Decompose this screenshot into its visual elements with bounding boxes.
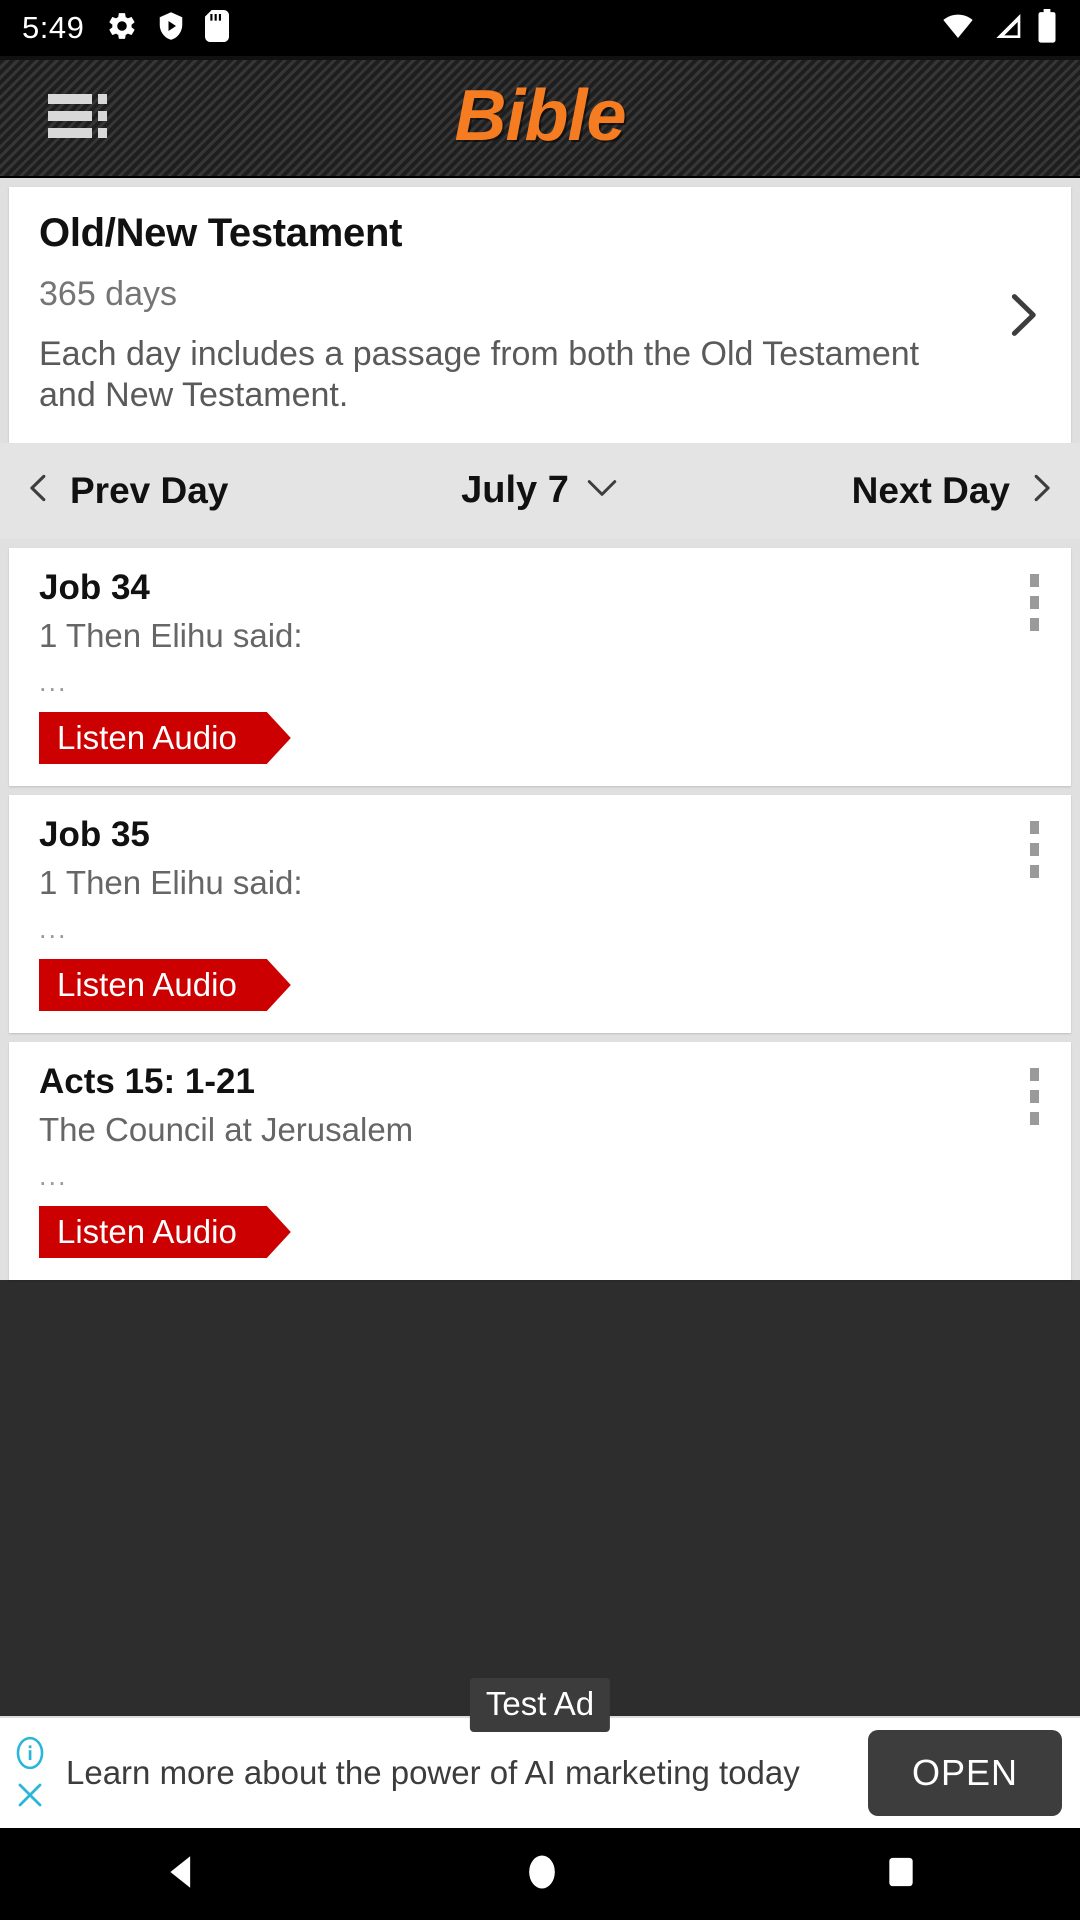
day-navigation-bar: Prev Day July 7 Next Day [0,442,1080,539]
passage-reference: Acts 15: 1-21 [39,1061,255,1101]
chevron-down-icon [585,476,619,505]
listen-audio-button[interactable]: Listen Audio [39,958,267,1011]
list-menu-icon[interactable] [48,85,110,147]
ad-text: Learn more about the power of AI marketi… [66,1753,800,1791]
passage-preview: 1 Then Elihu said: [39,863,303,901]
battery-icon [1036,8,1058,48]
ad-open-button[interactable]: OPEN [867,1730,1062,1816]
prev-day-label: Prev Day [70,469,229,511]
chevron-right-icon [1024,465,1058,516]
passage-reference: Job 35 [39,814,150,854]
listen-audio-button[interactable]: Listen Audio [39,711,267,764]
reading-plan-card[interactable]: Old/New Testament 365 days Each day incl… [9,187,1071,443]
sd-card-icon [204,9,230,47]
play-protect-icon [156,10,186,47]
plan-description: Each day includes a passage from both th… [39,335,920,415]
kebab-menu-icon[interactable] [1026,1064,1043,1129]
ad-controls [10,1736,50,1810]
app-header: Bible [0,56,1080,178]
passage-ellipsis: ... [39,1160,68,1191]
plan-title: Old/New Testament [39,211,403,255]
passage-preview: 1 Then Elihu said: [39,616,303,654]
list-item[interactable]: Job 34 1 Then Elihu said: ... Listen Aud… [9,547,1071,786]
next-day-button[interactable]: Next Day [852,465,1058,516]
android-navigation-bar [0,1828,1080,1920]
info-circle-icon[interactable] [13,1736,47,1770]
content-area: Old/New Testament 365 days Each day incl… [0,178,1080,1716]
passage-ellipsis: ... [39,666,68,697]
recents-square-icon[interactable] [881,1852,921,1897]
phone-screen: 5:49 Bible Old/New Testament 365 days Ea… [0,0,1080,1920]
date-selector[interactable]: July 7 [461,469,619,512]
gear-icon [106,10,138,47]
kebab-menu-icon[interactable] [1026,817,1043,882]
prev-day-button[interactable]: Prev Day [22,465,228,516]
status-bar-system-icons [938,8,1058,48]
kebab-menu-icon[interactable] [1026,570,1043,635]
ad-placeholder-area [0,1279,1080,1716]
list-item[interactable]: Job 35 1 Then Elihu said: ... Listen Aud… [9,794,1071,1033]
passage-preview: The Council at Jerusalem [39,1110,414,1148]
status-bar-notification-icons [106,9,230,47]
current-date-label: July 7 [461,469,569,512]
list-item[interactable]: Acts 15: 1-21 The Council at Jerusalem .… [9,1041,1071,1280]
wifi-icon [938,10,978,47]
status-bar: 5:49 [0,0,1080,56]
home-circle-icon[interactable] [520,1850,564,1899]
ad-banner[interactable]: Test Ad Learn more about the power of AI… [0,1678,1080,1828]
close-x-icon[interactable] [15,1780,45,1810]
app-title: Bible [454,76,626,156]
back-triangle-icon[interactable] [159,1850,203,1899]
plan-duration: 365 days [39,275,177,313]
chevron-right-icon[interactable] [995,288,1049,342]
ad-test-badge: Test Ad [469,1678,611,1732]
chevron-left-icon [22,465,56,516]
listen-audio-button[interactable]: Listen Audio [39,1205,267,1258]
passage-ellipsis: ... [39,913,68,944]
passage-list: Job 34 1 Then Elihu said: ... Listen Aud… [0,539,1080,1280]
cellular-signal-icon [989,10,1025,47]
next-day-label: Next Day [851,469,1010,511]
status-bar-clock: 5:49 [22,10,85,45]
passage-reference: Job 34 [39,567,150,607]
